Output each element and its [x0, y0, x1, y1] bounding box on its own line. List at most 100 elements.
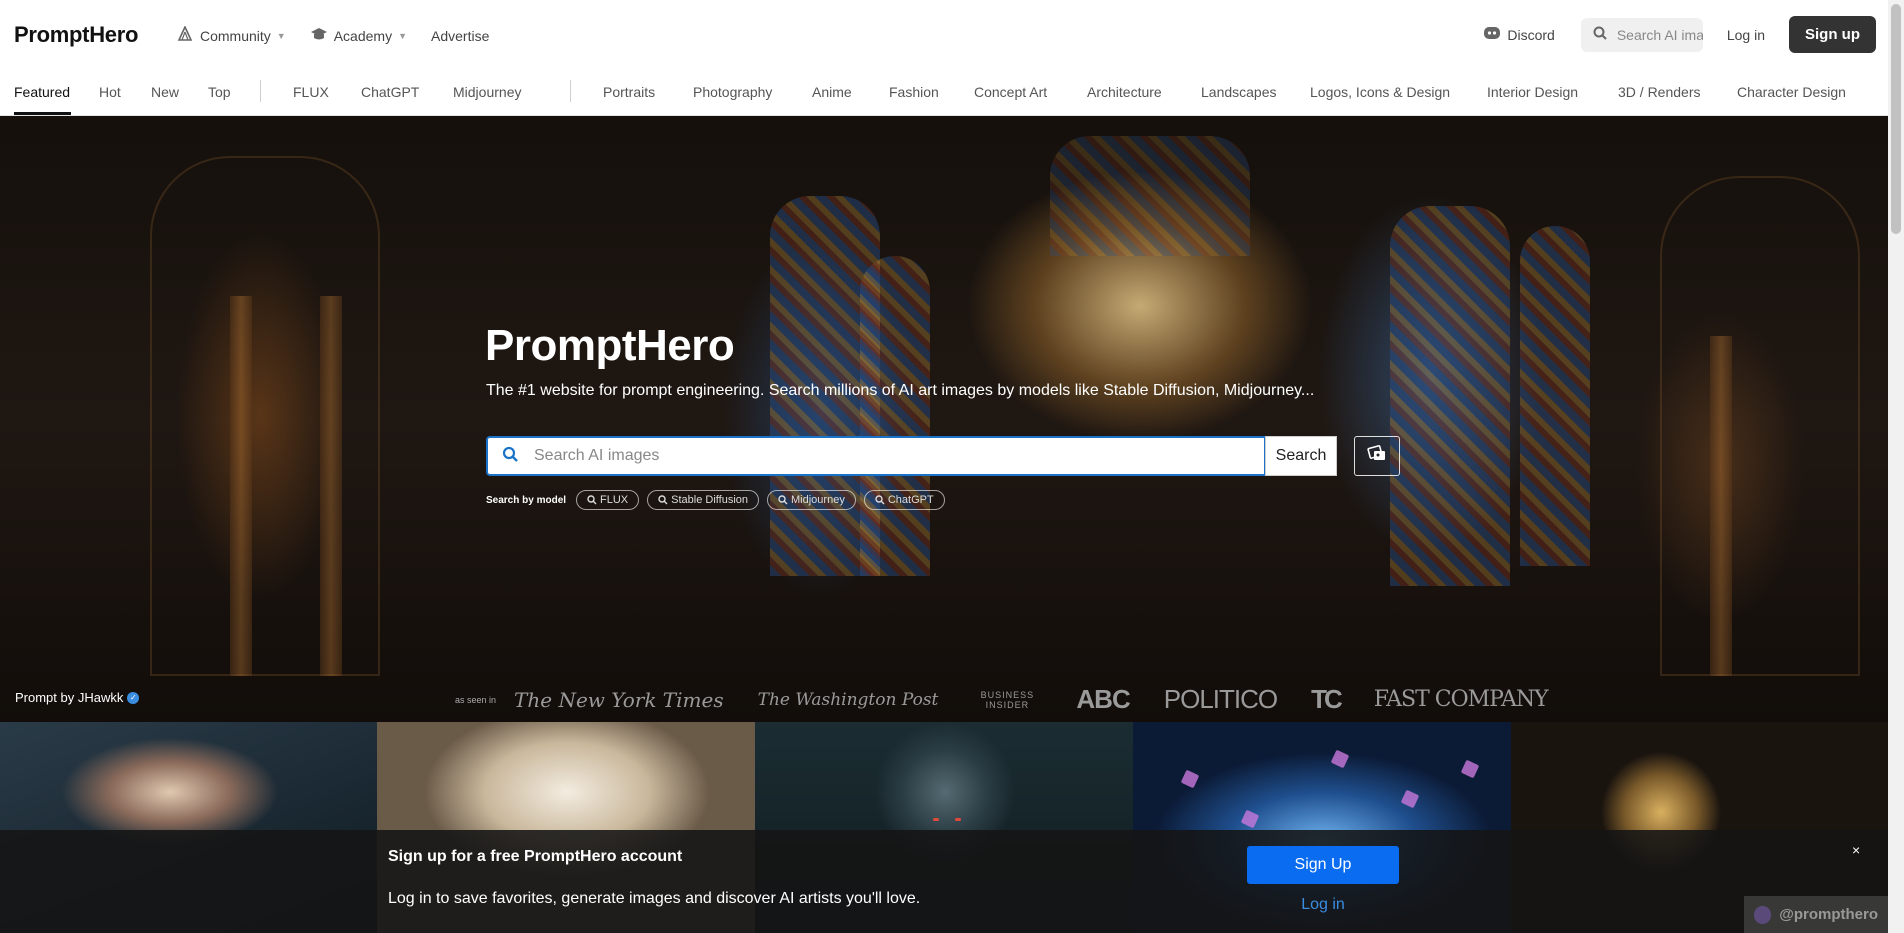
- tab-anime[interactable]: Anime: [812, 84, 852, 100]
- press-logo-washington-post: The Washington Post: [757, 689, 939, 710]
- graduation-cap-icon: [310, 26, 328, 45]
- pillar: [1710, 336, 1732, 676]
- press-logo-nyt: The New York Times: [514, 687, 724, 712]
- model-pill-stable-diffusion[interactable]: Stable Diffusion: [647, 490, 760, 510]
- cat-eye: [933, 818, 939, 821]
- model-pill-flux[interactable]: FLUX: [576, 490, 640, 510]
- signup-button[interactable]: Sign up: [1789, 16, 1876, 53]
- floating-cube: [1180, 769, 1200, 789]
- nav-academy[interactable]: Academy ▼: [310, 26, 407, 45]
- search-icon: [778, 495, 788, 505]
- discord-link[interactable]: Discord: [1475, 26, 1562, 43]
- floating-cube: [1240, 809, 1260, 829]
- nav-academy-label: Academy: [333, 27, 393, 44]
- tab-midjourney[interactable]: Midjourney: [453, 84, 521, 100]
- nav-divider: [260, 80, 261, 102]
- floating-cube: [1460, 759, 1480, 779]
- nav-divider: [570, 80, 571, 102]
- banner-title: Sign up for a free PromptHero account: [388, 848, 683, 865]
- tab-hot[interactable]: Hot: [99, 84, 121, 100]
- category-nav: Featured Hot New Top FLUX ChatGPT Midjou…: [0, 70, 1888, 116]
- top-header: PromptHero Community ▼ Academy ▼ Adverti…: [0, 0, 1888, 70]
- model-pill-label: ChatGPT: [887, 494, 934, 506]
- model-pill-label: Stable Diffusion: [671, 494, 749, 506]
- scrollbar-thumb[interactable]: [1891, 4, 1901, 234]
- top-nav: Community ▼ Academy ▼ Advertise: [176, 25, 489, 45]
- tab-portraits[interactable]: Portraits: [603, 84, 655, 100]
- hero-search-field[interactable]: [486, 436, 1266, 476]
- model-pill-midjourney[interactable]: Midjourney: [767, 490, 856, 510]
- hero-subtitle: The #1 website for prompt engineering. S…: [486, 382, 1315, 399]
- header-actions: Discord Search AI images Log in Sign up: [1475, 16, 1876, 53]
- tab-new[interactable]: New: [151, 84, 179, 100]
- nav-advertise[interactable]: Advertise: [431, 26, 489, 45]
- discord-label: Discord: [1507, 26, 1555, 43]
- floating-cube: [1330, 749, 1350, 769]
- search-icon: [502, 446, 518, 467]
- header-search-input[interactable]: Search AI images: [1580, 17, 1703, 52]
- tab-featured[interactable]: Featured: [14, 84, 70, 100]
- tab-interior-design[interactable]: Interior Design: [1487, 84, 1578, 100]
- tab-architecture[interactable]: Architecture: [1087, 84, 1162, 100]
- prompt-attribution[interactable]: Prompt by JHawkk ✓: [15, 690, 140, 705]
- hero-title: PromptHero: [485, 321, 735, 370]
- tab-logos-icons-design[interactable]: Logos, Icons & Design: [1310, 84, 1450, 100]
- verified-badge-icon: ✓: [127, 691, 140, 704]
- banner-text: Log in to save favorites, generate image…: [388, 890, 921, 907]
- pillar: [320, 296, 342, 676]
- press-logo-politico: POLITICO: [1163, 684, 1278, 714]
- as-seen-in-press: as seen in The New York Times The Washin…: [455, 684, 1582, 715]
- hero-search-input[interactable]: [534, 447, 1250, 465]
- hero-banner: PromptHero The #1 website for prompt eng…: [0, 116, 1888, 722]
- close-icon[interactable]: ×: [1852, 842, 1860, 858]
- floating-cube: [1400, 789, 1420, 809]
- as-seen-in-label: as seen in: [455, 694, 497, 705]
- login-link[interactable]: Log in: [1721, 27, 1771, 43]
- model-pill-label: Midjourney: [791, 494, 845, 506]
- tab-fashion[interactable]: Fashion: [889, 84, 939, 100]
- banner-signup-button[interactable]: Sign Up: [1247, 846, 1399, 884]
- prompt-by-label: Prompt by JHawkk: [15, 690, 124, 705]
- site-logo[interactable]: PromptHero: [14, 22, 138, 48]
- tab-top[interactable]: Top: [208, 84, 231, 100]
- tab-chatgpt[interactable]: ChatGPT: [361, 84, 419, 100]
- stained-glass-window: [1520, 226, 1590, 566]
- image-search-button[interactable]: [1354, 436, 1400, 476]
- tab-flux[interactable]: FLUX: [293, 84, 329, 100]
- pillar: [230, 296, 252, 676]
- search-icon: [875, 495, 885, 505]
- model-pill-chatgpt[interactable]: ChatGPT: [863, 490, 945, 510]
- image-upload-icon: [1366, 444, 1388, 468]
- search-icon: [658, 495, 668, 505]
- header-search-placeholder: Search AI images: [1616, 26, 1703, 43]
- press-logo-fast-company: FAST COMPANY: [1373, 687, 1549, 712]
- gothic-arch: [1660, 176, 1860, 676]
- search-by-model: Search by model FLUX Stable Diffusion Mi…: [486, 490, 945, 510]
- press-logo-business-insider: BUSINESS INSIDER: [980, 689, 1035, 710]
- press-logo-techcrunch: TC: [1311, 684, 1343, 714]
- model-pill-label: FLUX: [600, 494, 629, 506]
- stained-glass-window: [1050, 136, 1250, 256]
- tab-landscapes[interactable]: Landscapes: [1201, 84, 1277, 100]
- prompthero-watermark: @prompthero: [1744, 896, 1888, 933]
- nav-advertise-label: Advertise: [431, 27, 490, 44]
- stained-glass-window: [860, 256, 930, 576]
- watermark-label: @prompthero: [1779, 906, 1878, 923]
- tab-photography[interactable]: Photography: [693, 84, 772, 100]
- tab-3d-renders[interactable]: 3D / Renders: [1618, 84, 1700, 100]
- prompthero-avatar-icon: [1754, 905, 1772, 924]
- nav-community[interactable]: Community ▼: [176, 25, 286, 45]
- tab-character-design[interactable]: Character Design: [1737, 84, 1846, 100]
- banner-login-link[interactable]: Log in: [1247, 896, 1399, 914]
- chevron-down-icon: ▼: [398, 30, 407, 41]
- search-icon: [587, 495, 597, 505]
- cat-eye: [955, 818, 961, 821]
- active-tab-indicator: [14, 112, 71, 115]
- press-logo-abc: ABC: [1076, 684, 1130, 714]
- hero-search-button[interactable]: Search: [1265, 436, 1337, 476]
- tab-concept-art[interactable]: Concept Art: [974, 84, 1047, 100]
- stained-glass-window: [1390, 206, 1510, 586]
- nav-community-label: Community: [200, 27, 271, 44]
- search-by-model-label: Search by model: [486, 494, 567, 506]
- discord-icon: [1483, 26, 1501, 43]
